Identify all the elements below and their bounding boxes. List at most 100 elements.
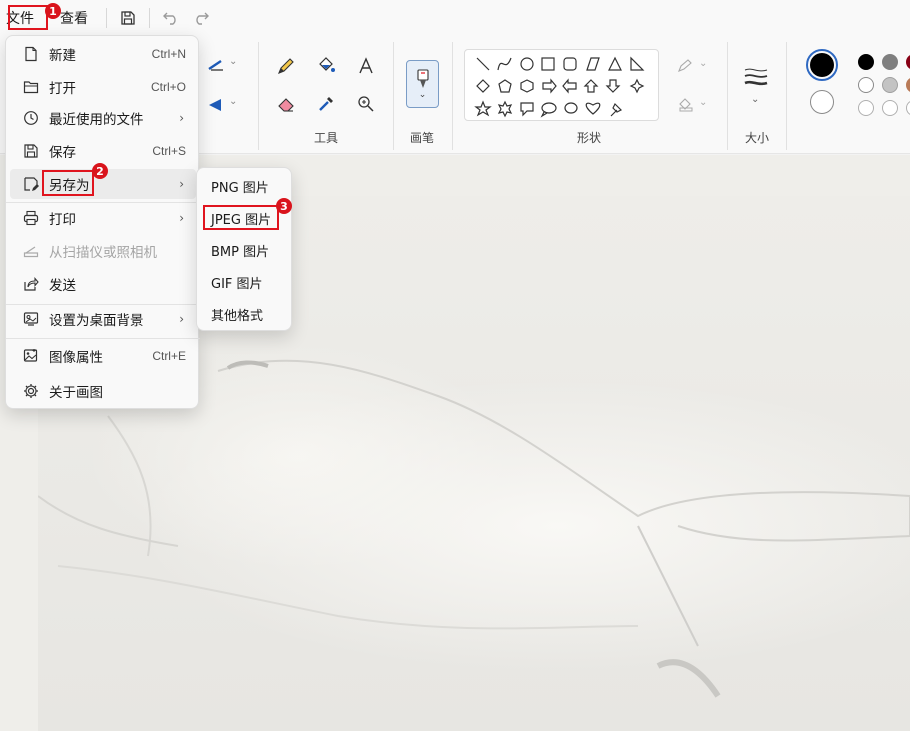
brush-group-label: 画笔 <box>410 131 435 145</box>
menu-item-print[interactable]: 打印 › <box>10 203 196 233</box>
eraser-icon <box>278 98 294 112</box>
save-as-submenu: PNG 图片 JPEG 图片 BMP 图片 GIF 图片 其他格式 <box>196 167 292 331</box>
chevron-down-icon: ⌄ <box>229 96 238 107</box>
submenu-item-bmp[interactable]: BMP 图片 <box>201 236 287 264</box>
menu-divider <box>6 338 200 339</box>
desktop-background-icon <box>22 310 40 328</box>
shortcut-hint: Ctrl+N <box>151 47 186 61</box>
chevron-down-icon: ⌄ <box>699 97 708 108</box>
color-swatch-darkred[interactable] <box>906 54 910 70</box>
fill-tool[interactable] <box>313 53 339 79</box>
custom-color-slot[interactable] <box>882 100 898 116</box>
undo-button[interactable] <box>156 4 186 32</box>
print-icon <box>22 209 40 227</box>
flip-icon <box>209 99 221 111</box>
menu-item-label: 保存 <box>49 145 76 161</box>
shapes-gallery <box>464 49 659 121</box>
undo-icon <box>163 12 176 25</box>
pencil-tool[interactable] <box>273 53 299 79</box>
chevron-down-icon: ⌄ <box>418 90 427 100</box>
quick-save-button[interactable] <box>113 4 143 32</box>
ribbon-divider <box>786 42 787 150</box>
shortcut-hint: Ctrl+S <box>152 144 186 158</box>
menu-item-label: 打开 <box>49 81 76 97</box>
submenu-item-gif[interactable]: GIF 图片 <box>201 268 287 296</box>
primary-color-swatch <box>810 53 834 77</box>
eraser-tool[interactable] <box>273 91 299 117</box>
save-as-icon <box>22 175 40 193</box>
size-button[interactable] <box>743 64 769 90</box>
gear-icon <box>22 382 40 400</box>
ribbon-divider <box>393 42 394 150</box>
text-tool[interactable] <box>353 53 379 79</box>
file-menu: 新建 Ctrl+N 打开 Ctrl+O 最近使用的文件 › 保存 Ctrl+S … <box>5 35 200 409</box>
outline-tool[interactable] <box>673 53 699 79</box>
flip-tool[interactable] <box>203 92 229 118</box>
redo-button[interactable] <box>186 4 216 32</box>
primary-color-button[interactable] <box>806 49 838 81</box>
menu-item-label: 关于画图 <box>49 385 103 401</box>
submenu-item-png[interactable]: PNG 图片 <box>201 172 287 200</box>
color-swatch-lightgray[interactable] <box>882 77 898 93</box>
menu-item-about[interactable]: 关于画图 <box>10 376 196 406</box>
secondary-color-button[interactable] <box>810 90 834 114</box>
chevron-right-icon: › <box>179 111 184 125</box>
ribbon-divider <box>452 42 453 150</box>
menubar-divider <box>106 8 107 28</box>
custom-color-slot[interactable] <box>858 100 874 116</box>
shape-outline-icon <box>678 59 692 72</box>
ribbon-divider <box>727 42 728 150</box>
custom-color-slot[interactable] <box>906 100 910 116</box>
paint-bucket-icon <box>319 57 335 72</box>
shape-icons <box>474 56 645 118</box>
share-icon <box>22 275 40 293</box>
line-size-icon <box>744 68 768 86</box>
step-badge-1: 1 <box>45 3 61 19</box>
magnifier-tool[interactable] <box>353 91 379 117</box>
chevron-down-icon: ⌄ <box>229 56 238 67</box>
text-icon <box>359 57 373 74</box>
eyedropper-icon <box>319 97 333 111</box>
color-swatch-white[interactable] <box>858 77 874 93</box>
menubar-divider <box>149 8 150 28</box>
menu-item-label: 打印 <box>49 212 76 228</box>
new-file-icon <box>22 45 40 63</box>
color-swatch-brown[interactable] <box>906 77 910 93</box>
tools-group-label: 工具 <box>314 131 339 145</box>
menu-item-label: 最近使用的文件 <box>49 112 144 128</box>
chevron-right-icon: › <box>179 312 184 326</box>
menu-item-label: 新建 <box>49 48 76 64</box>
color-picker-tool[interactable] <box>313 91 339 117</box>
menu-item-set-desktop-background[interactable]: 设置为桌面背景 › <box>10 304 196 334</box>
menu-item-new[interactable]: 新建 Ctrl+N <box>10 39 196 69</box>
menu-item-image-properties[interactable]: 图像属性 Ctrl+E <box>10 341 196 371</box>
color-swatch-gray[interactable] <box>882 54 898 70</box>
highlight-box-file <box>8 5 48 30</box>
menu-item-label: 从扫描仪或照相机 <box>49 245 157 261</box>
highlight-box-jpeg <box>203 205 279 230</box>
step-badge-2: 2 <box>92 163 108 179</box>
brush-button[interactable]: ⌄ <box>406 60 439 108</box>
shape-fill-tool[interactable] <box>673 92 699 118</box>
save-icon <box>121 11 135 25</box>
menu-item-label: 设置为桌面背景 <box>49 313 144 329</box>
submenu-item-other-formats[interactable]: 其他格式 <box>201 300 287 328</box>
chevron-right-icon: › <box>179 177 184 191</box>
rotate-icon <box>208 60 223 71</box>
menu-item-recent[interactable]: 最近使用的文件 › <box>10 103 196 133</box>
shapes-group-label: 形状 <box>577 131 602 145</box>
menu-item-send[interactable]: 发送 <box>10 269 196 299</box>
chevron-down-icon: ⌄ <box>699 58 708 69</box>
shortcut-hint: Ctrl+O <box>150 80 186 94</box>
zoom-icon <box>358 96 374 112</box>
recent-clock-icon <box>22 109 40 127</box>
menu-item-save[interactable]: 保存 Ctrl+S <box>10 136 196 166</box>
submenu-item-label: 其他格式 <box>211 308 264 324</box>
menu-bar: 文件 查看 <box>0 0 910 36</box>
color-swatch-black[interactable] <box>858 54 874 70</box>
rotate-tool[interactable] <box>203 52 229 78</box>
menu-item-open[interactable]: 打开 Ctrl+O <box>10 72 196 102</box>
submenu-item-label: PNG 图片 <box>211 180 269 196</box>
highlight-box-save-as <box>42 170 94 196</box>
scanner-icon <box>22 242 40 260</box>
